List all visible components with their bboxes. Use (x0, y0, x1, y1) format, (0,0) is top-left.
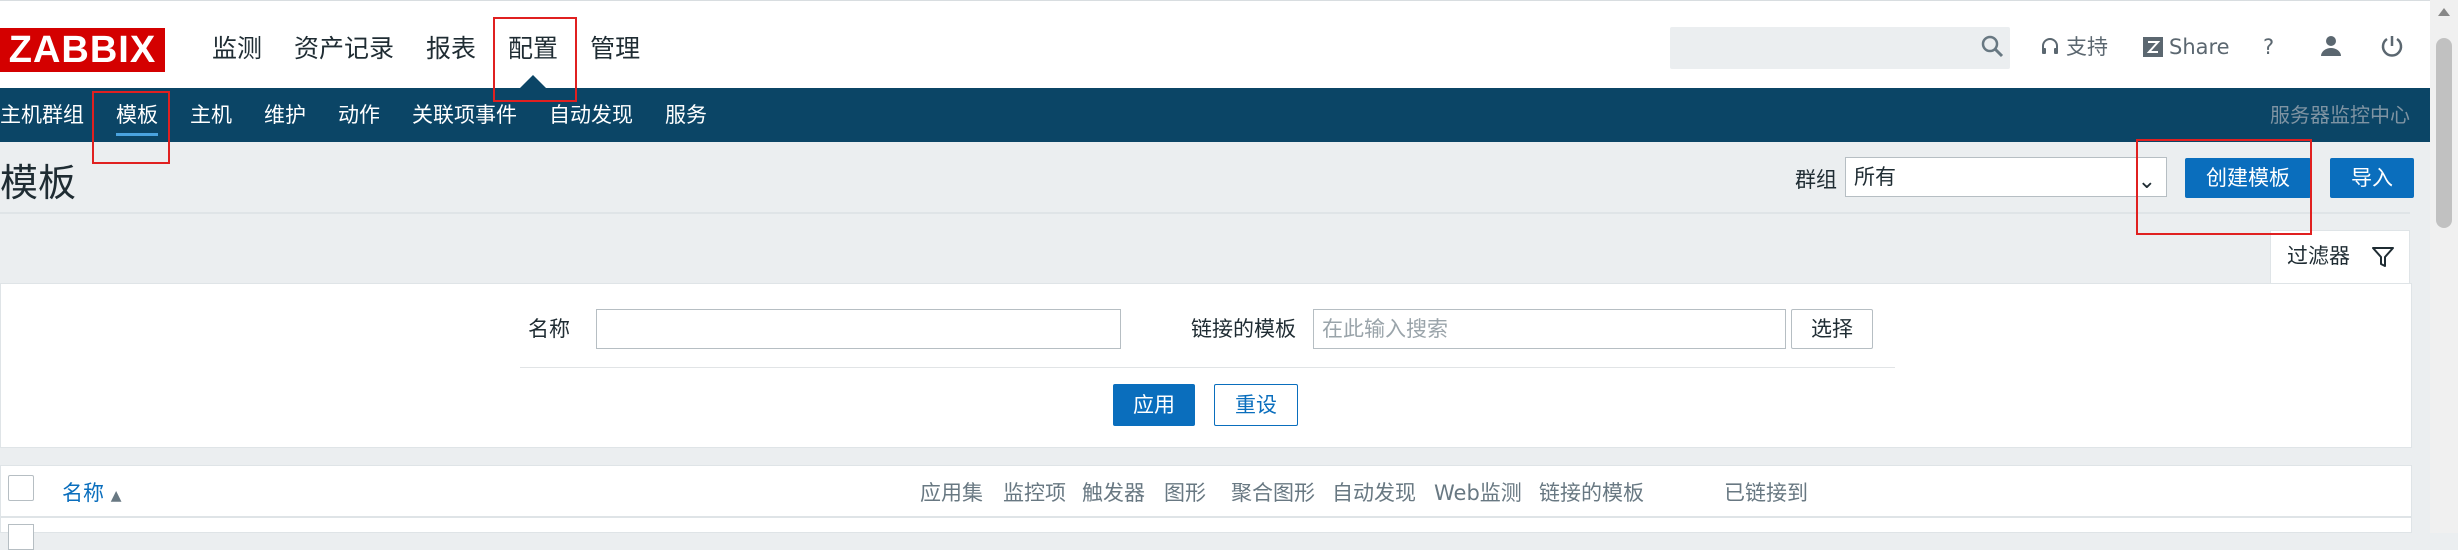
search-input[interactable] (1670, 27, 2010, 69)
select-button[interactable]: 选择 (1791, 309, 1873, 349)
page-title: 模板 (0, 161, 77, 205)
filter-name-label: 名称 (528, 317, 570, 341)
column-triggers: 触发器 (1082, 481, 1145, 505)
support-label: 支持 (2066, 35, 2108, 59)
column-linked-templates: 链接的模板 (1539, 481, 1644, 505)
column-linked-to: 已链接到 (1724, 481, 1808, 505)
reset-button[interactable]: 重设 (1214, 384, 1298, 426)
filter-tab-label: 过滤器 (2287, 244, 2350, 268)
table-header-divider (0, 516, 2412, 518)
group-select-value: 所有 (1854, 165, 1896, 189)
sub-menu-hosts[interactable]: 主机 (174, 88, 248, 142)
top-menu-reports[interactable]: 报表 (414, 0, 488, 88)
zabbix-logo[interactable]: ZABBIX (0, 28, 165, 72)
column-web: Web监测 (1434, 481, 1522, 505)
filter-separator (520, 367, 1895, 368)
top-menu-administration[interactable]: 管理 (578, 0, 652, 88)
group-select[interactable]: 所有 ⌄ (1845, 157, 2167, 197)
sub-menu-services[interactable]: 服务 (649, 88, 723, 142)
import-button[interactable]: 导入 (2330, 158, 2414, 198)
top-menu-monitoring[interactable]: 监测 (200, 0, 274, 88)
zabbix-share-icon (2143, 37, 2163, 57)
share-link[interactable]: Share (2143, 30, 2230, 64)
sub-menu-maintenance[interactable]: 维护 (248, 88, 322, 142)
search-icon[interactable] (1980, 34, 2004, 58)
filter-tab[interactable]: 过滤器 (2270, 230, 2410, 284)
server-name: 服务器监控中心 (2270, 103, 2410, 127)
top-menu-inventory[interactable]: 资产记录 (282, 0, 406, 88)
row-checkbox[interactable] (8, 524, 34, 550)
top-menu: 监测 资产记录 报表 配置 管理 (200, 0, 660, 88)
column-screens: 聚合图形 (1231, 481, 1315, 505)
vertical-scrollbar[interactable] (2430, 0, 2458, 533)
filter-icon (2372, 247, 2394, 267)
column-discovery: 自动发现 (1332, 481, 1416, 505)
user-icon[interactable] (2319, 34, 2343, 58)
support-link[interactable]: 支持 (2040, 30, 2108, 64)
filter-linked-templates-label: 链接的模板 (1191, 317, 1296, 341)
templates-table-header (0, 465, 2412, 533)
highlight-configuration (493, 17, 577, 102)
sub-menu-host-groups[interactable]: 主机群组 (0, 88, 100, 142)
sub-menu-actions[interactable]: 动作 (322, 88, 396, 142)
scrollbar-thumb[interactable] (2436, 38, 2452, 228)
column-name-label: 名称 (62, 481, 104, 505)
filter-linked-templates-input[interactable]: 在此输入搜索 (1313, 309, 1786, 349)
column-items: 监控项 (1003, 481, 1066, 505)
headset-icon (2042, 38, 2058, 54)
help-button[interactable]: ? (2263, 30, 2274, 64)
help-icon: ? (2263, 35, 2275, 59)
apply-button[interactable]: 应用 (1113, 384, 1195, 426)
share-label: Share (2169, 35, 2230, 59)
highlight-templates (92, 91, 170, 164)
sort-asc-icon: ▲ (110, 488, 122, 504)
column-applications: 应用集 (920, 481, 983, 505)
select-all-checkbox[interactable] (8, 475, 34, 501)
highlight-create-template (2136, 139, 2312, 235)
header-divider (0, 212, 2410, 214)
power-icon[interactable] (2380, 34, 2404, 58)
group-label: 群组 (1795, 168, 1837, 192)
column-graphs: 图形 (1164, 481, 1206, 505)
filter-panel (0, 283, 2412, 448)
column-name[interactable]: 名称 ▲ (62, 477, 121, 507)
filter-name-input[interactable] (596, 309, 1121, 349)
scroll-up-arrow-icon[interactable] (2438, 8, 2450, 16)
